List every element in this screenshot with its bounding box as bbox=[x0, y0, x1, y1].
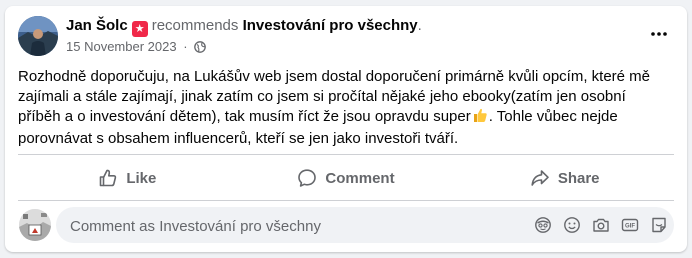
meta-separator: · bbox=[183, 39, 188, 54]
comment-icon bbox=[298, 169, 317, 187]
globe-icon[interactable] bbox=[194, 41, 207, 57]
recommend-star-icon: ★ bbox=[131, 21, 148, 37]
comment-composer: GIF bbox=[18, 207, 674, 245]
composer-icons: GIF bbox=[533, 215, 668, 234]
post-actions: Like Comment Share bbox=[18, 162, 674, 194]
post-text: Rozhodně doporučuju, na Lukášův web jsem… bbox=[18, 67, 668, 149]
post-meta: 15 November 2023 · bbox=[66, 39, 207, 57]
like-button[interactable]: Like bbox=[18, 162, 237, 194]
emoji-icon[interactable] bbox=[562, 215, 581, 234]
comment-button[interactable]: Comment bbox=[237, 162, 456, 194]
camera-icon[interactable] bbox=[591, 215, 610, 234]
comment-input[interactable] bbox=[68, 207, 512, 245]
author-avatar[interactable] bbox=[18, 16, 58, 56]
like-icon bbox=[100, 169, 117, 187]
post-card: Jan Šolc ★ recommends Investování pro všec… bbox=[5, 6, 687, 252]
header-period: . bbox=[417, 17, 422, 34]
svg-text:GIF: GIF bbox=[625, 223, 635, 229]
sticker-icon[interactable] bbox=[649, 215, 668, 234]
comment-input-container: GIF bbox=[56, 207, 674, 245]
actions-top-divider bbox=[18, 154, 674, 155]
more-options-icon[interactable] bbox=[649, 24, 669, 44]
author-name[interactable]: Jan Šolc bbox=[66, 17, 128, 34]
page-name-link[interactable]: Investování pro všechny bbox=[243, 17, 418, 34]
share-label: Share bbox=[557, 169, 600, 187]
comment-label: Comment bbox=[325, 169, 395, 187]
post-header: Jan Šolc ★ recommends Investování pro všec… bbox=[66, 17, 422, 37]
gif-icon[interactable]: GIF bbox=[620, 215, 639, 234]
share-button[interactable]: Share bbox=[455, 162, 674, 194]
like-label: Like bbox=[126, 169, 157, 187]
thumbs-up-icon bbox=[472, 107, 488, 129]
actions-bottom-divider bbox=[18, 200, 674, 201]
post-date[interactable]: 15 November 2023 bbox=[66, 39, 177, 54]
share-icon bbox=[531, 170, 549, 186]
commenter-avatar[interactable] bbox=[19, 209, 51, 241]
recommends-label: recommends bbox=[151, 17, 239, 34]
avatar-sticker-icon[interactable] bbox=[533, 215, 552, 234]
